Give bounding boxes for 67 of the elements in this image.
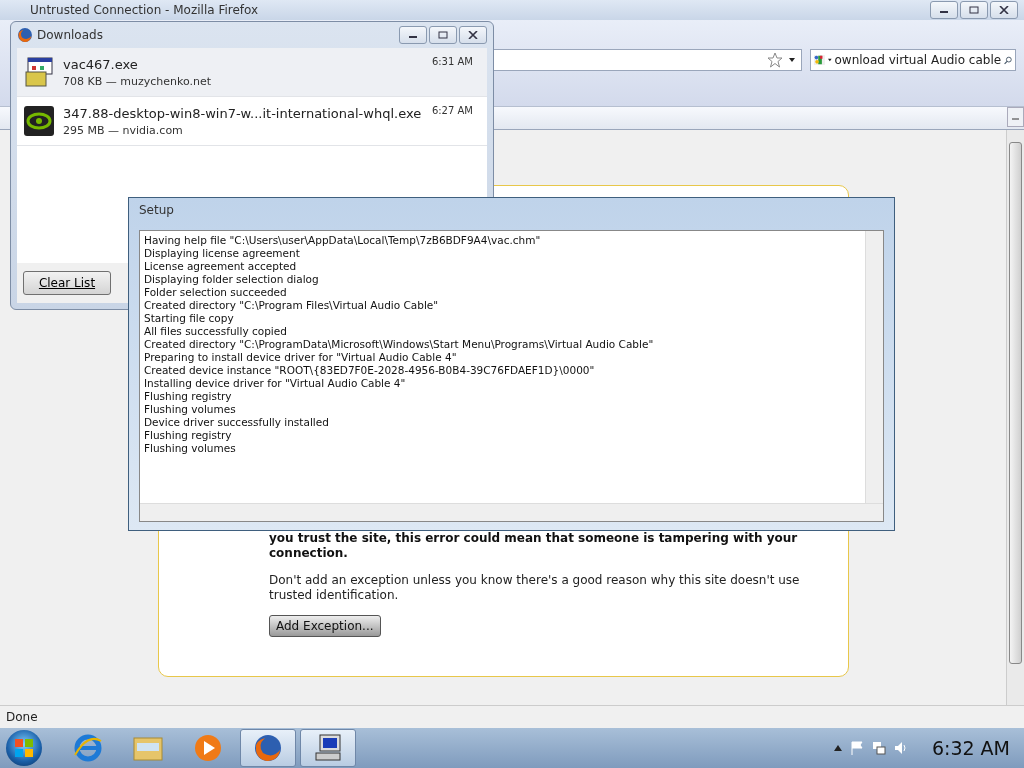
restore-icon [438, 31, 448, 39]
file-name: 347.88-desktop-win8-win7-w...it-international-whql.exe [63, 105, 423, 121]
log-line: Preparing to install device driver for "Virtual Audio Cable 4" [144, 351, 458, 364]
start-button[interactable] [6, 730, 42, 766]
warning-text: you trust the site, this error could mean that someone is tampering with your connection. [269, 531, 799, 561]
tab-list-icon[interactable] [1007, 107, 1024, 127]
vertical-scrollbar[interactable] [865, 231, 883, 503]
download-item[interactable]: vac467.exe 708 KB — muzychenko.net 6:31 AM [17, 48, 487, 97]
vertical-scrollbar[interactable] [1006, 130, 1024, 705]
minimize-button[interactable] [399, 26, 427, 44]
log-line: Installing device driver for "Virtual Audio Cable 4" [144, 377, 407, 390]
log-line: All files successfully copied [144, 325, 288, 338]
log-line: Flushing registry [144, 429, 233, 442]
log-line: Created device instance "ROOT\{83ED7F0E-2028-4956-B0B4-39C76FDAEF1D}\0000" [144, 364, 596, 377]
window-title: Untrusted Connection - Mozilla Firefox [30, 3, 259, 17]
installer-box-icon [23, 56, 55, 88]
search-engine-icon [814, 52, 825, 68]
network-icon[interactable] [871, 741, 886, 755]
window-title: Downloads [37, 28, 104, 42]
computer-icon [312, 733, 344, 763]
log-line: Created directory "C:\Program Files\Virtual Audio Cable" [144, 299, 440, 312]
log-line: Flushing volumes [144, 403, 237, 416]
download-time: 6:31 AM [431, 56, 473, 67]
taskbar-app-button[interactable] [240, 729, 296, 767]
horizontal-scrollbar[interactable] [140, 503, 883, 521]
dropdown-icon [827, 58, 832, 62]
search-text: ownload virtual Audio cable [834, 53, 1002, 67]
clear-list-button[interactable]: Clear List [23, 271, 111, 295]
close-button[interactable] [990, 1, 1018, 19]
log-line: Device driver successfully installed [144, 416, 330, 429]
clock-text[interactable]: 6:32 AM [931, 737, 1010, 759]
dropdown-icon[interactable] [789, 58, 795, 62]
log-line: Having help file "C:\Users\user\AppData\Local\Temp\7zB6BDF9A4\vac.chm" [144, 234, 542, 247]
log-line: Flushing registry [144, 390, 233, 403]
status-text: Done [6, 710, 38, 724]
windows-flag-icon [15, 739, 33, 757]
log-line: License agreement accepted [144, 260, 298, 273]
log-line: Flushing volumes [144, 442, 237, 455]
browser-e-icon [73, 733, 103, 763]
advice-text: Don't add an exception unless you know there's a good reason why this site doesn't use trusted identification. [269, 573, 801, 603]
log-line: Displaying license agreement [144, 247, 301, 260]
fox-globe-icon [253, 733, 283, 763]
download-time: 6:27 AM [431, 105, 473, 116]
file-details: 295 MB — nvidia.com [63, 123, 184, 137]
close-button[interactable] [459, 26, 487, 44]
search-field[interactable]: ownload virtual Audio cable [810, 49, 1016, 71]
file-details: 708 KB — muzychenko.net [63, 74, 213, 88]
star-icon[interactable] [767, 52, 783, 68]
play-icon [193, 733, 223, 763]
file-name: vac467.exe [63, 56, 139, 72]
log-line: Folder selection succeeded [144, 286, 288, 299]
taskbar-app-button[interactable] [300, 729, 356, 767]
restore-icon [969, 6, 979, 14]
speaker-icon[interactable] [893, 741, 908, 755]
log-line: Created directory "C:\ProgramData\Microsoft\Windows\Start Menu\Programs\Virtual Audio Cable" [144, 338, 655, 351]
minimize-button[interactable] [930, 1, 958, 19]
window-title: Setup [139, 203, 174, 217]
scrollbar-thumb[interactable] [1009, 142, 1022, 664]
log-line: Starting file copy [144, 312, 235, 325]
close-icon [468, 31, 478, 39]
up-arrow-icon[interactable] [833, 745, 842, 751]
log-line: Displaying folder selection dialog [144, 273, 320, 286]
flag-icon[interactable] [849, 741, 864, 755]
add-exception-button[interactable]: Add Exception... [269, 615, 381, 637]
eye-logo-icon [23, 105, 55, 137]
fox-globe-icon [17, 27, 33, 43]
close-icon [999, 6, 1009, 14]
